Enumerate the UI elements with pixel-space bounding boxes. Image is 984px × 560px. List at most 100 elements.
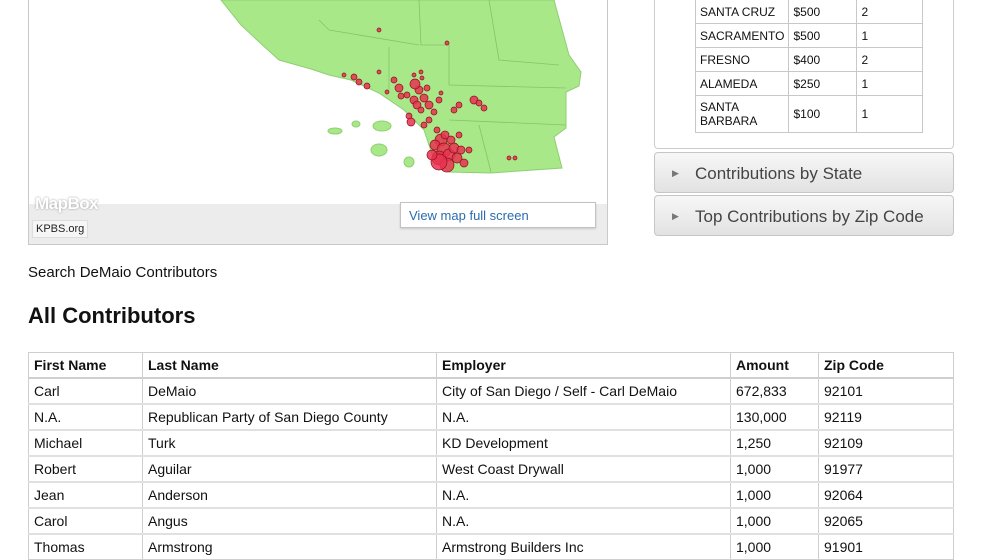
table-cell: Armstrong (142, 533, 437, 560)
contribution-marker[interactable] (455, 131, 463, 139)
contribution-marker[interactable] (350, 73, 358, 81)
caret-right-icon: ▶ (672, 211, 679, 221)
accordion-label: Contributions by State (695, 164, 863, 183)
contribution-marker[interactable] (341, 72, 347, 78)
contribution-marker[interactable] (430, 108, 438, 116)
contribution-marker[interactable] (480, 104, 488, 112)
contribution-marker[interactable] (456, 145, 466, 155)
contributions-by-state-toggle[interactable]: ▶ Contributions by State (654, 152, 954, 193)
table-cell: Angus (142, 507, 437, 535)
contribution-marker[interactable] (512, 155, 518, 161)
contributions-map[interactable]: MapBox KPBS.org View map full screen (28, 0, 608, 245)
contribution-marker[interactable] (459, 158, 469, 168)
table-row[interactable]: Carl DeMaio City of San Diego / Self - Car… (28, 377, 954, 405)
city-amount-cell: $100 (788, 95, 858, 133)
contribution-marker[interactable] (390, 76, 398, 84)
view-fullscreen-button[interactable]: View map full screen (400, 202, 596, 228)
table-row[interactable]: Carol Angus N.A. 1,000 92065 (28, 507, 954, 535)
contribution-marker[interactable] (455, 101, 463, 109)
contribution-marker[interactable] (363, 82, 371, 90)
contribution-marker[interactable] (440, 130, 450, 140)
table-cell: 130,000 (730, 403, 819, 431)
city-amount-cell: $500 (788, 0, 858, 24)
city-row: SANTA CRUZ $500 2 (694, 0, 924, 24)
accordion-label: Top Contributions by Zip Code (695, 207, 924, 226)
city-table: SANTA CRUZ $500 2 SACRAMENTO $500 1 FRESNO $400… (694, 0, 924, 133)
contribution-marker[interactable] (403, 91, 411, 99)
table-row[interactable]: Thomas Armstrong Armstrong Builders Inc 1,0… (28, 533, 954, 560)
table-header-row: First Name Last Name Employer Amount Zip… (28, 352, 954, 379)
contribution-marker[interactable] (419, 75, 425, 81)
column-header[interactable]: Employer (436, 352, 731, 379)
contribution-marker[interactable] (376, 69, 382, 75)
map-canvas[interactable] (29, 0, 608, 205)
table-cell: N.A. (436, 507, 731, 535)
contribution-marker[interactable] (419, 93, 429, 103)
table-cell: 1,250 (730, 429, 819, 457)
column-header[interactable]: Amount (730, 352, 819, 379)
city-amount-cell: $250 (788, 71, 858, 96)
city-row: ALAMEDA $250 1 (694, 71, 924, 96)
contribution-marker[interactable] (450, 106, 458, 114)
table-row[interactable]: Jean Anderson N.A. 1,000 92064 (28, 481, 954, 509)
contribution-marker[interactable] (506, 155, 512, 161)
table-cell: 92064 (818, 481, 954, 509)
city-row: FRESNO $400 2 (694, 47, 924, 72)
table-cell: City of San Diego / Self - Carl DeMaio (436, 377, 731, 405)
city-city-cell: FRESNO (694, 47, 790, 72)
contribution-marker[interactable] (444, 40, 450, 46)
contribution-marker[interactable] (417, 106, 425, 114)
table-cell: N.A. (436, 481, 731, 509)
contribution-marker[interactable] (435, 96, 443, 104)
table-cell: N.A. (28, 403, 143, 431)
contribution-marker[interactable] (423, 84, 431, 92)
table-cell: Turk (142, 429, 437, 457)
mapbox-logo: MapBox (35, 194, 99, 213)
city-count-cell: 2 (856, 47, 924, 72)
table-cell: 91977 (818, 455, 954, 483)
column-header[interactable]: Zip Code (818, 352, 954, 379)
page-title: All Contributors (28, 303, 196, 328)
table-cell: Republican Party of San Diego County (142, 403, 437, 431)
city-row: SANTA BARBARA $100 1 (694, 95, 924, 133)
city-count-cell: 1 (856, 95, 924, 133)
table-cell: Jean (28, 481, 143, 509)
contribution-marker[interactable] (376, 27, 382, 33)
table-cell: 1,000 (730, 455, 819, 483)
contribution-marker[interactable] (420, 121, 428, 129)
contribution-marker[interactable] (355, 78, 363, 86)
contribution-marker[interactable] (475, 99, 483, 107)
table-cell: Armstrong Builders Inc (436, 533, 731, 560)
contribution-marker[interactable] (418, 69, 424, 75)
contribution-marker[interactable] (465, 146, 473, 154)
contribution-marker[interactable] (426, 149, 438, 161)
kpbs-credit[interactable]: KPBS.org (32, 220, 89, 238)
city-count-cell: 1 (856, 71, 924, 96)
search-contributors-link[interactable]: Search DeMaio Contributors (28, 264, 217, 281)
contribution-marker[interactable] (425, 116, 433, 124)
city-city-cell: ALAMEDA (694, 71, 790, 96)
top-contributions-zip-toggle[interactable]: ▶ Top Contributions by Zip Code (654, 195, 954, 236)
contribution-marker[interactable] (409, 78, 421, 90)
contribution-marker[interactable] (424, 100, 434, 110)
contribution-marker[interactable] (411, 72, 417, 78)
table-cell: DeMaio (142, 377, 437, 405)
table-cell: Carl (28, 377, 143, 405)
city-amount-cell: $400 (788, 47, 858, 72)
table-row[interactable]: Michael Turk KD Development 1,250 92109 (28, 429, 954, 457)
contribution-marker[interactable] (433, 126, 441, 134)
contributions-by-city-panel: SANTA CRUZ $500 2 SACRAMENTO $500 1 FRESNO $400… (654, 0, 954, 149)
contribution-marker[interactable] (397, 92, 405, 100)
contribution-marker[interactable] (394, 83, 404, 93)
contribution-marker[interactable] (438, 90, 444, 96)
table-cell: Anderson (142, 481, 437, 509)
contribution-marker[interactable] (406, 117, 416, 127)
column-header[interactable]: First Name (28, 352, 143, 379)
city-amount-cell: $500 (788, 23, 858, 48)
column-header[interactable]: Last Name (142, 352, 437, 379)
table-row[interactable]: Robert Aguilar West Coast Drywall 1,000 9197… (28, 455, 954, 483)
table-row[interactable]: N.A. Republican Party of San Diego County… (28, 403, 954, 431)
table-cell: 1,000 (730, 507, 819, 535)
contribution-marker[interactable] (384, 89, 390, 95)
table-cell: Michael (28, 429, 143, 457)
